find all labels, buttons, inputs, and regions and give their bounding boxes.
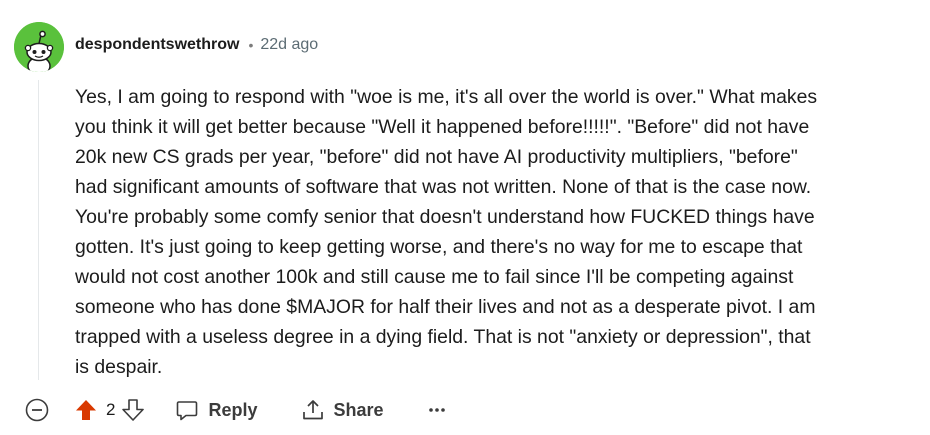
downvote-button[interactable]	[121, 398, 145, 422]
share-label: Share	[333, 399, 384, 420]
comment-header: despondentswethrow • 22d ago	[75, 36, 318, 54]
minus-circle-icon	[24, 397, 50, 423]
share-icon	[301, 398, 325, 422]
collapse-button[interactable]	[24, 397, 50, 423]
reply-label: Reply	[208, 399, 258, 420]
vote-count: 2	[106, 400, 116, 419]
comment-line: Yes, I am going to respond with "woe is …	[75, 86, 818, 108]
comment-line: gotten. It's just going to keep getting …	[75, 236, 803, 258]
comment-action-bar: 2 Reply Share	[24, 395, 446, 425]
comment-line: you think it will get better because "We…	[75, 116, 810, 138]
comment-line: You're probably some comfy senior that d…	[75, 206, 815, 228]
comment-body: Yes, I am going to respond with "woe is …	[75, 82, 895, 382]
downvote-icon	[121, 398, 145, 422]
upvote-button[interactable]	[74, 398, 98, 422]
share-button[interactable]: Share	[301, 398, 384, 422]
thread-line[interactable]	[38, 80, 39, 380]
upvote-filled-icon	[74, 398, 98, 422]
comment-line: would not cost another 100k and still ca…	[75, 266, 794, 288]
comment-line: is despair.	[75, 356, 163, 378]
comment: despondentswethrow • 22d ago Yes, I am g…	[0, 0, 930, 435]
username-link[interactable]: despondentswethrow	[75, 36, 239, 54]
ellipsis-icon	[428, 407, 446, 413]
meta-separator: •	[248, 37, 254, 53]
comment-line: trapped with a useless degree in a dying…	[75, 326, 811, 348]
snoo-avatar-icon	[14, 22, 64, 72]
user-avatar[interactable]	[14, 22, 64, 72]
comment-bubble-icon	[175, 398, 199, 422]
more-options-button[interactable]	[428, 407, 446, 413]
reply-button[interactable]: Reply	[175, 398, 258, 422]
timestamp[interactable]: 22d ago	[260, 36, 318, 54]
comment-line: had significant amounts of software that…	[75, 176, 812, 198]
comment-line: someone who has done $MAJOR for half the…	[75, 296, 816, 318]
comment-line: 20k new CS grads per year, "before" did …	[75, 146, 798, 168]
